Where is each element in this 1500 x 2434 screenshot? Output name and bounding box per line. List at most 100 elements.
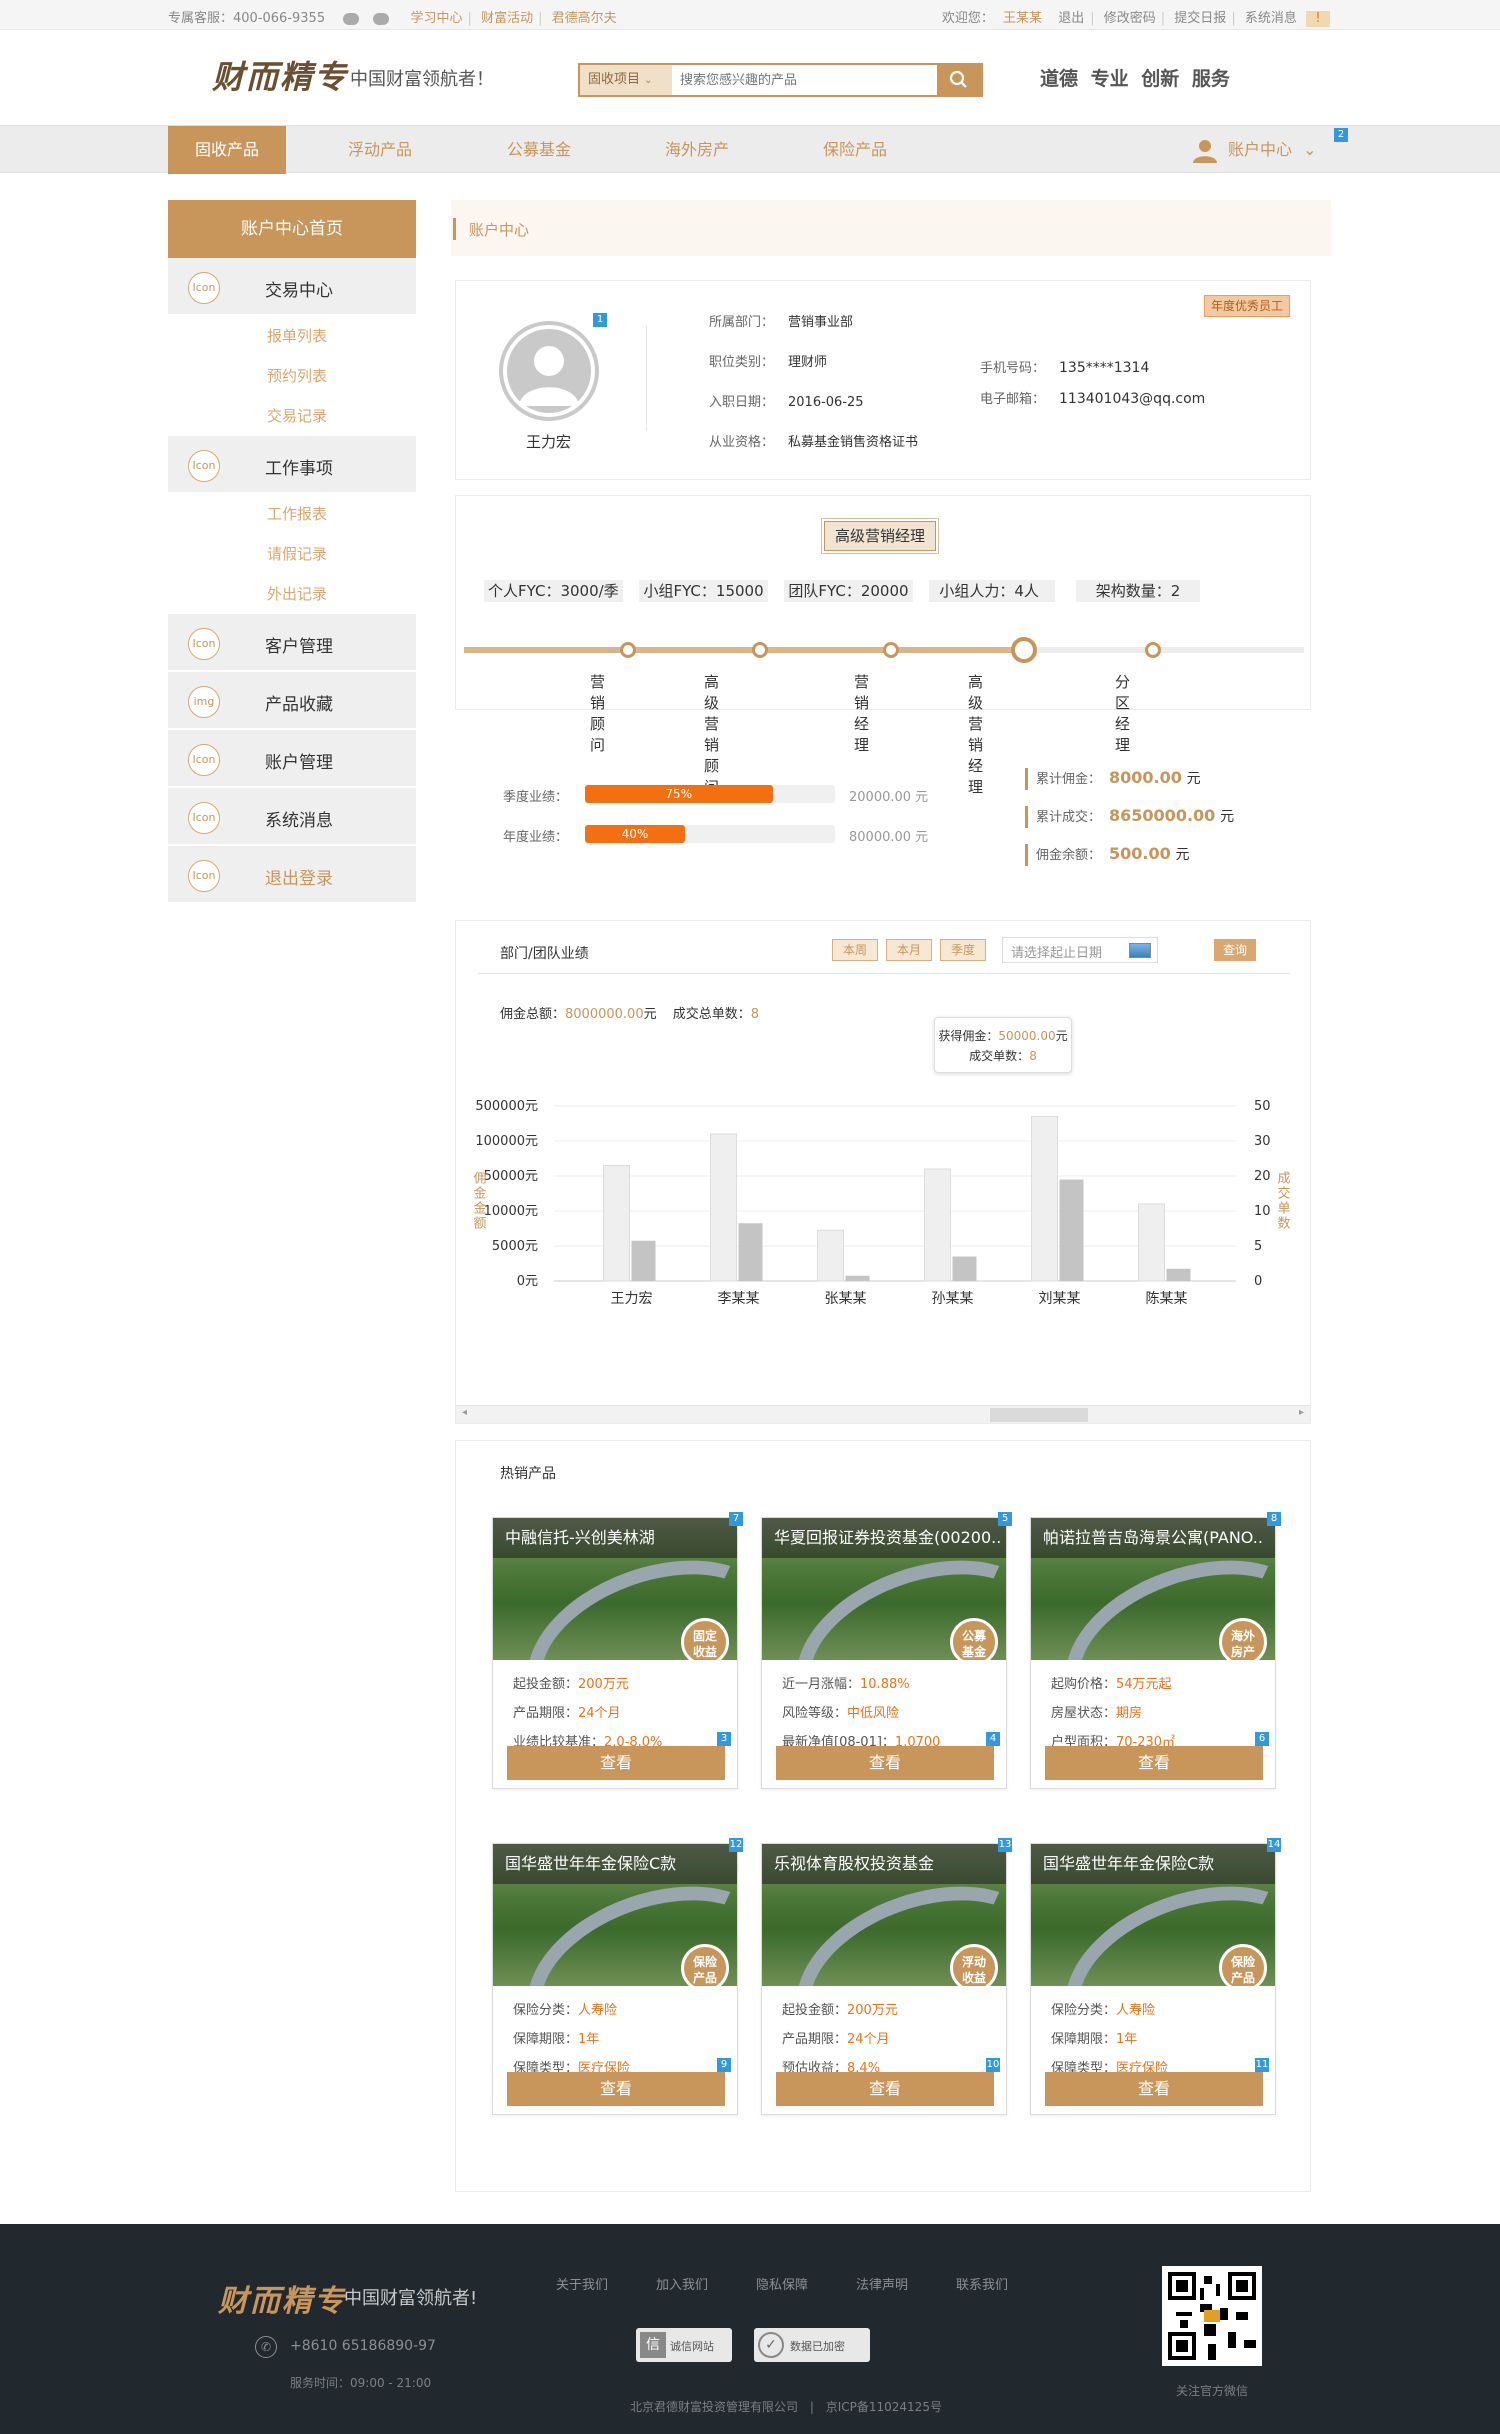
button-badge: 9 (717, 2058, 731, 2072)
chart-scrollbar[interactable]: ◂ ▸ (456, 1405, 1310, 1423)
sidebar-section-work[interactable]: Icon 工作事项 (168, 436, 416, 494)
view-product-button[interactable]: 查看 (1045, 2072, 1263, 2106)
attr-label: 保障期限： (1051, 2032, 1117, 2047)
breadcrumb-title: 账户中心 (469, 221, 530, 239)
nav-public-fund[interactable]: 公募基金 (484, 126, 594, 174)
trust-badge[interactable]: 信 诚信网站 (636, 2328, 732, 2362)
nav-floating[interactable]: 浮动产品 (325, 126, 435, 174)
footer-link-privacy[interactable]: 隐私保障 (756, 2274, 808, 2293)
date-range-input[interactable]: 请选择起止日期 (1002, 937, 1158, 963)
bar-commission (817, 1229, 844, 1282)
message-badge[interactable]: ! (1306, 11, 1330, 27)
query-button[interactable]: 查询 (1214, 939, 1256, 961)
product-image[interactable]: 华夏回报证券投资基金(00200.. 公募 基金 (762, 1518, 1006, 1660)
product-info: 近一月涨幅：10.88%风险等级：中低风险最新净值[08-01]：1.07006… (762, 1660, 1006, 1788)
nav-insurance[interactable]: 保险产品 (800, 126, 910, 174)
view-product-button[interactable]: 查看 (776, 2072, 994, 2106)
rank-progress (464, 647, 1027, 653)
view-product-button[interactable]: 查看 (776, 1746, 994, 1780)
phone-value: 135****1314 (1059, 360, 1150, 376)
section-title: 退出登录 (265, 869, 333, 889)
username-link[interactable]: 王某某 (1003, 11, 1042, 26)
top-left: 专属客服：400-066-9355 学习中心 | 财富活动 | 君德高尔夫 (168, 11, 617, 26)
view-product-button[interactable]: 查看 (507, 1746, 725, 1780)
change-password-link[interactable]: 修改密码 (1104, 11, 1156, 26)
product-image[interactable]: 国华盛世年年金保险C款 保险 产品 (493, 1844, 737, 1986)
link-activity[interactable]: 财富活动 (481, 11, 533, 26)
brand-values: 道德 专业 创新 服务 (1040, 68, 1230, 90)
scrollbar-thumb[interactable] (990, 1408, 1088, 1422)
calendar-icon[interactable] (1129, 943, 1151, 958)
sidebar-item-work-report[interactable]: 工作报表 (168, 494, 416, 534)
sidebar-section-favorites[interactable]: img 产品收藏 (168, 672, 416, 730)
product-attr: 起投金额：200万元 (513, 1670, 737, 1699)
sidebar-item-outing[interactable]: 外出记录 (168, 574, 416, 614)
logout-link[interactable]: 退出 (1058, 11, 1084, 26)
avatar[interactable] (499, 321, 599, 421)
sidebar-section-logout[interactable]: Icon 退出登录 (168, 846, 416, 904)
footer-link-legal[interactable]: 法律声明 (856, 2274, 908, 2293)
attr-value: 10.88% (860, 1677, 910, 1692)
footer-logo[interactable]: 财而精专 (218, 2276, 346, 2320)
sidebar-section-customers[interactable]: Icon 客户管理 (168, 614, 416, 672)
sidebar-item-orders[interactable]: 报单列表 (168, 316, 416, 356)
product-image[interactable]: 帕诺拉普吉岛海景公寓(PANO.. 海外 房产 (1031, 1518, 1275, 1660)
sidebar-section-messages[interactable]: Icon 系统消息 (168, 788, 416, 846)
product-image[interactable]: 国华盛世年年金保险C款 保险 产品 (1031, 1844, 1275, 1986)
account-center-menu[interactable]: 账户中心 ⌄ (1192, 126, 1317, 174)
scroll-left-icon[interactable]: ◂ (462, 1407, 467, 1418)
product-image[interactable]: 乐视体育股权投资基金 浮动 收益 (762, 1844, 1006, 1986)
tag-line: 浮动 (961, 1955, 986, 1969)
top-bar: 专属客服：400-066-9355 学习中心 | 财富活动 | 君德高尔夫 欢迎您：… (0, 0, 1500, 30)
product-card[interactable]: 帕诺拉普吉岛海景公寓(PANO.. 海外 房产 起购价格：54万元起 房屋状态：期房 户型… (1030, 1512, 1281, 1789)
user-icon (1193, 139, 1217, 163)
field-value: 营销事业部 (788, 315, 854, 330)
product-card[interactable]: 乐视体育股权投资基金 浮动 收益 起投金额：200万元 产品期限：24个月 预估收益：8.… (761, 1838, 1012, 2115)
footer-link-about[interactable]: 关于我们 (556, 2274, 608, 2293)
link-study[interactable]: 学习中心 (411, 11, 463, 26)
account-icon: Icon (188, 744, 220, 776)
product-card[interactable]: 国华盛世年年金保险C款 保险 产品 保险分类：人寿险 保障期限：1年 保障类型：医疗保险查… (492, 1838, 743, 2115)
view-product-button[interactable]: 查看 (1045, 1746, 1263, 1780)
footer-link-contact[interactable]: 联系我们 (956, 2274, 1008, 2293)
y-tick-label: 10000元 (484, 1204, 538, 1219)
system-message-link[interactable]: 系统消息 (1245, 11, 1297, 26)
secure-badge[interactable]: ✓ 数据已加密 (754, 2328, 870, 2362)
sidebar-item-leave[interactable]: 请假记录 (168, 534, 416, 574)
period-week-button[interactable]: 本周 (832, 939, 878, 961)
nav-overseas-property[interactable]: 海外房产 (642, 126, 752, 174)
logo[interactable]: 财而精专 (212, 52, 348, 98)
attr-label: 房屋状态： (1051, 1706, 1117, 1721)
wechat-icon[interactable] (343, 12, 360, 25)
search-category-select[interactable]: 固收项目 ⌄ (580, 65, 672, 95)
sidebar-section-account[interactable]: Icon 账户管理 (168, 730, 416, 788)
product-attr: 产品期限：24个月 (513, 1699, 737, 1728)
product-card[interactable]: 中融信托-兴创美林湖 固定 收益 起投金额：200万元 产品期限：24个月 业绩比较基准：… (492, 1512, 743, 1789)
favorites-icon: img (188, 686, 220, 718)
sidebar-home[interactable]: 账户中心首页 (168, 200, 416, 258)
view-product-button[interactable]: 查看 (507, 2072, 725, 2106)
scroll-right-icon[interactable]: ▸ (1299, 1407, 1304, 1418)
hot-title: 热销产品 (500, 1466, 556, 1482)
avatar-badge: 1 (593, 313, 607, 327)
attr-label: 产品期限： (782, 2032, 848, 2047)
link-golf[interactable]: 君德高尔夫 (552, 11, 617, 26)
product-card[interactable]: 国华盛世年年金保险C款 保险 产品 保险分类：人寿险 保障期限：1年 保障类型：医疗保险查… (1030, 1838, 1281, 2115)
product-image[interactable]: 中融信托-兴创美林湖 固定 收益 (493, 1518, 737, 1660)
daily-report-link[interactable]: 提交日报 (1174, 11, 1226, 26)
sidebar-item-reservations[interactable]: 预约列表 (168, 356, 416, 396)
product-card[interactable]: 华夏回报证券投资基金(00200.. 公募 基金 近一月涨幅：10.88% 风险等级：中… (761, 1512, 1012, 1789)
nav-fixed-income[interactable]: 固收产品 (168, 126, 286, 174)
weibo-icon[interactable] (373, 12, 390, 25)
search-button[interactable] (937, 65, 981, 95)
footer-link-join[interactable]: 加入我们 (656, 2274, 708, 2293)
profile-name: 王力宏 (526, 433, 572, 451)
sidebar-item-transactions[interactable]: 交易记录 (168, 396, 416, 436)
qr-code[interactable] (1162, 2266, 1262, 2366)
summary-unit: 元 (643, 1007, 657, 1022)
period-month-button[interactable]: 本月 (886, 939, 932, 961)
stat-group-staff: 小组人力：4人 (929, 580, 1055, 602)
sidebar-section-trade[interactable]: Icon 交易中心 (168, 258, 416, 316)
search-input[interactable] (672, 65, 937, 95)
period-quarter-button[interactable]: 季度 (940, 939, 986, 961)
